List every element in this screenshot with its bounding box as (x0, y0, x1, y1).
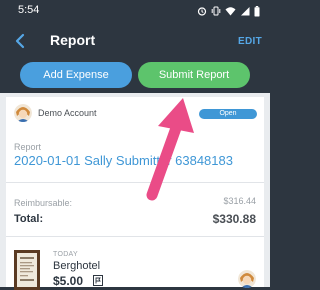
page-title: Report (50, 32, 96, 48)
expense-flag-icon (93, 275, 103, 286)
status-badge: Open (199, 109, 257, 119)
battery-icon (254, 5, 260, 16)
total-value: $330.88 (212, 212, 256, 226)
status-bar: 5:54 (0, 0, 270, 22)
reimbursable-label: Reimbursable: (14, 198, 73, 208)
report-name[interactable]: 2020-01-01 Sally Submitter 63848183 (14, 153, 233, 168)
account-name: Demo Account (38, 108, 97, 118)
reimbursable-value: $316.44 (223, 196, 256, 206)
vibrate-icon (211, 6, 221, 16)
chevron-left-icon (15, 33, 25, 49)
expense-amount: $5.00 (53, 274, 84, 288)
status-icons (197, 4, 260, 18)
expense-merchant: Berghotel (53, 260, 101, 272)
action-bar: Add Expense Submit Report (0, 60, 270, 93)
back-button[interactable] (10, 30, 30, 52)
avatar (14, 104, 32, 122)
alarm-icon (197, 7, 207, 16)
total-label: Total: (14, 213, 44, 225)
report-label: Report (14, 142, 42, 152)
divider (6, 182, 264, 183)
cell-signal-icon (241, 7, 250, 16)
status-time: 5:54 (18, 4, 40, 16)
app-header: Report EDIT (0, 22, 270, 60)
submit-report-button[interactable]: Submit Report (138, 62, 250, 88)
add-expense-button[interactable]: Add Expense (20, 62, 132, 88)
edit-button[interactable]: EDIT (238, 36, 262, 47)
expense-row[interactable]: TODAY Berghotel $5.00 (6, 242, 264, 290)
avatar (238, 270, 256, 288)
divider (6, 236, 264, 237)
expense-date: TODAY (53, 251, 78, 258)
wifi-icon (225, 7, 236, 16)
receipt-thumbnail[interactable] (14, 250, 40, 290)
